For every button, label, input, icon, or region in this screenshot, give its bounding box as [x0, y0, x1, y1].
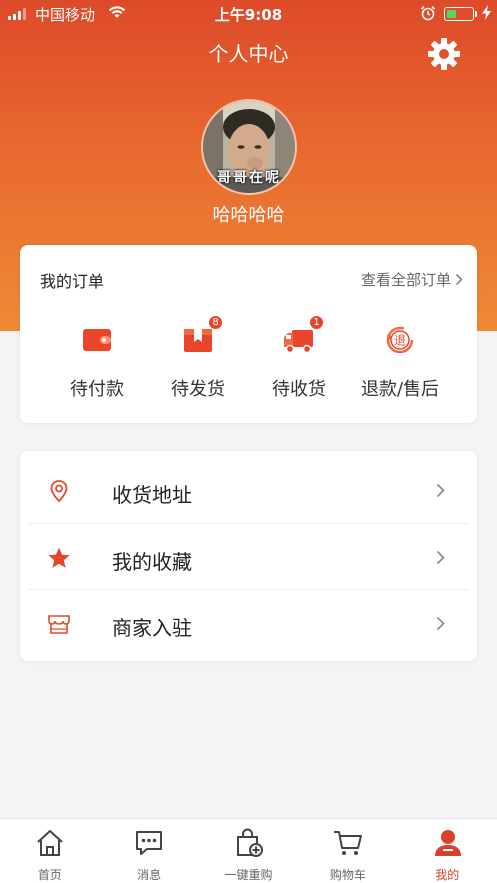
charging-bolt-icon	[482, 5, 491, 20]
order-pending-receipt[interactable]: 1 待收货	[244, 315, 354, 403]
message-icon	[136, 831, 163, 855]
battery-cap	[475, 11, 477, 17]
tab-label: 首页	[37, 868, 62, 882]
view-all-orders-link[interactable]: 查看全部订单	[361, 269, 463, 290]
tab-reorder[interactable]: 一键重购	[199, 819, 298, 883]
refund-glyph: 退	[394, 334, 406, 348]
refund-icon: 退	[386, 326, 414, 354]
menu-item-shipping-address[interactable]: 收货地址	[28, 457, 469, 523]
alarm-icon	[420, 5, 436, 21]
avatar-caption: 哥哥在呢	[217, 170, 281, 186]
username[interactable]: 哈哈哈哈	[0, 201, 497, 227]
order-label: 待发货	[171, 379, 225, 400]
cart-icon	[334, 831, 363, 855]
status-bar: 中国移动 上午9:08	[0, 0, 497, 28]
menu-card: 收货地址 我的收藏 商家入驻	[20, 451, 477, 661]
order-refund-aftersales[interactable]: 退 退款/售后	[345, 323, 455, 403]
order-label: 退款/售后	[360, 379, 440, 400]
receipt-count-badge: 1	[309, 315, 324, 330]
menu-item-favorites[interactable]: 我的收藏	[28, 523, 469, 589]
battery-icon	[444, 7, 474, 21]
storefront-icon	[48, 615, 70, 634]
tab-messages[interactable]: 消息	[99, 819, 198, 883]
location-pin-icon	[50, 480, 68, 503]
chevron-right-icon	[436, 550, 445, 565]
view-all-orders-label: 查看全部订单	[360, 271, 451, 289]
star-icon	[48, 547, 70, 568]
menu-label: 我的收藏	[112, 550, 192, 574]
order-pending-shipment[interactable]: 8 待发货	[143, 315, 253, 403]
tab-label: 消息	[137, 868, 162, 882]
tab-home[interactable]: 首页	[0, 819, 99, 883]
chevron-right-icon	[455, 273, 463, 286]
orders-title: 我的订单	[40, 272, 105, 291]
chevron-right-icon	[436, 483, 445, 498]
tab-label: 我的	[435, 868, 460, 882]
shipment-count-badge: 8	[208, 315, 223, 330]
order-label: 待付款	[70, 379, 124, 400]
page-title: 个人中心	[208, 42, 289, 66]
wallet-icon	[83, 329, 111, 351]
home-icon	[37, 830, 63, 856]
bag-plus-icon	[236, 828, 263, 857]
tab-label: 购物车	[329, 868, 366, 882]
menu-label: 商家入驻	[112, 616, 192, 640]
menu-item-merchant-onboarding[interactable]: 商家入驻	[28, 589, 469, 655]
bottom-tab-bar: 首页 消息 一键重购 购物车 我的	[0, 818, 497, 883]
chevron-right-icon	[436, 616, 445, 631]
user-icon	[434, 830, 461, 856]
tab-profile[interactable]: 我的	[398, 819, 497, 883]
order-label: 待收货	[272, 379, 326, 400]
settings-gear-icon[interactable]	[427, 37, 461, 71]
avatar[interactable]: 哥哥在呢	[201, 99, 297, 195]
my-orders-card: 我的订单 查看全部订单 待付款 8 待发货 1 待收货 退 退款/售后	[20, 245, 477, 423]
tab-cart[interactable]: 购物车	[298, 819, 397, 883]
order-pending-payment[interactable]: 待付款	[42, 323, 152, 403]
tab-label: 一键重购	[224, 868, 273, 882]
menu-label: 收货地址	[112, 483, 192, 507]
